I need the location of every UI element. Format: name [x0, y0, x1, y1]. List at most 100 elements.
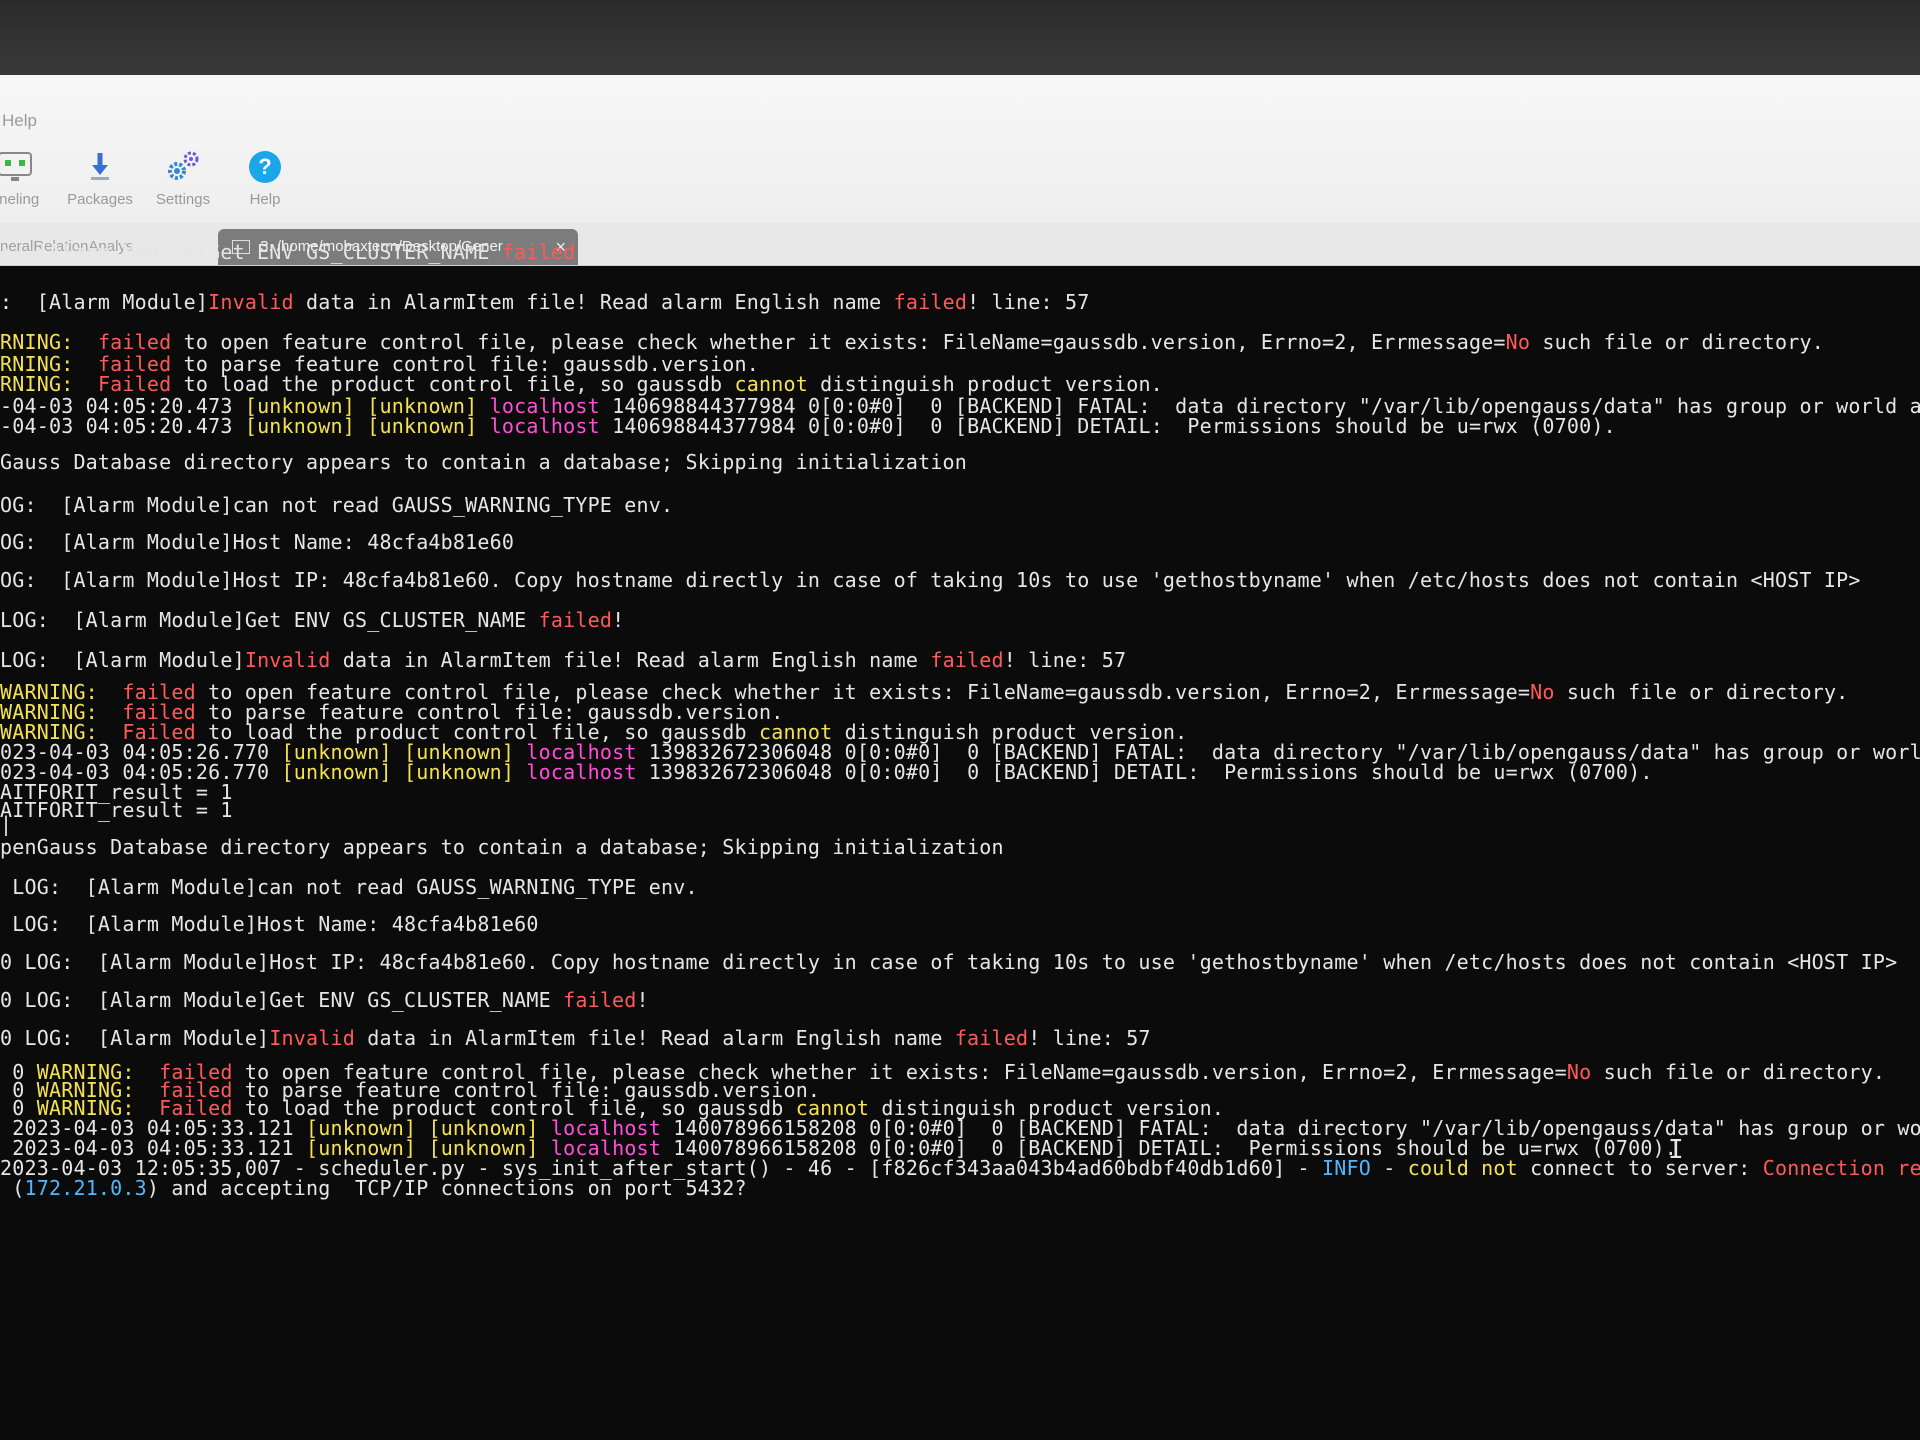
terminal-line: AITFORIT_result = 1: [0, 798, 233, 822]
tool-settings[interactable]: Settings: [138, 145, 228, 208]
terminal-segment: penGauss Database directory appears to c…: [0, 835, 1004, 859]
terminal-line: LOG: [Alarm Module]Get ENV GS_CLUSTER_NA…: [0, 608, 624, 632]
terminal-segment: No: [1505, 330, 1531, 354]
terminal-segment: Connection refused: [1762, 1156, 1920, 1180]
terminal-line: 0 LOG: [Alarm Module]Invalid data in Ala…: [0, 1026, 1151, 1050]
terminal-segment: Gauss Database directory appears to cont…: [0, 450, 968, 474]
terminal-segment: OG: [Alarm Module]Host IP: 48cfa4b81e60.…: [0, 568, 1861, 592]
menu-help[interactable]: Help: [2, 111, 37, 131]
terminal-segment: failed: [538, 608, 613, 632]
terminal-segment: 0 LOG: [Alarm Module]Get ENV GS_CLUSTER_…: [0, 988, 564, 1012]
terminal-segment: such file or directory.: [1591, 1060, 1886, 1084]
terminal-segment: cannot: [734, 372, 808, 396]
terminal-segment: localhost: [489, 414, 600, 438]
terminal-segment: (: [0, 1176, 25, 1200]
terminal-line: LOG: [Alarm Module]Invalid data in Alarm…: [0, 648, 1126, 672]
terminal-segment: [477, 414, 489, 438]
terminal-segment: failed: [97, 330, 172, 354]
terminal-segment: |: [0, 812, 13, 836]
terminal-segment: LOG: [Alarm Module]can not read GAUSS_WA…: [0, 875, 698, 899]
terminal-line: RNING: Failed to load the product contro…: [0, 372, 1163, 396]
terminal-line: Gauss Database directory appears to cont…: [0, 450, 967, 474]
terminal-segment: INFO: [1322, 1156, 1371, 1180]
terminal-line: OG: [Alarm Module]Host IP: 48cfa4b81e60.…: [0, 568, 1861, 592]
terminal-segment: ! line: 57: [1028, 1026, 1151, 1050]
terminal-line: (172.21.0.3) and accepting TCP/IP connec…: [0, 1176, 747, 1200]
terminal-segment: connect to server:: [1517, 1156, 1763, 1180]
terminal-segment: [355, 414, 367, 438]
terminal-segment: ! line: 57: [1003, 648, 1127, 672]
terminal-line: 0 LOG: [Alarm Module]Host IP: 48cfa4b81e…: [0, 950, 1897, 974]
terminal-segment: [73, 330, 97, 354]
terminal-segment: No: [1530, 680, 1555, 704]
tool-help[interactable]: ? Help: [220, 145, 310, 208]
terminal-segment: !: [612, 608, 625, 632]
terminal-segment: 0 LOG: [Alarm Module]: [0, 1026, 270, 1050]
terminal-line: RNING: failed to open feature control fi…: [0, 330, 1824, 354]
terminal-line: : [Alarm Module]Invalid data in AlarmIte…: [0, 290, 1089, 314]
monitor-bezel: [0, 0, 1920, 80]
terminal-segment: ! line: 57: [967, 290, 1090, 314]
tunneling-icon: [0, 145, 60, 189]
terminal-segment: [unknown]: [403, 760, 515, 784]
terminal-line: OG: [Alarm Module]Host Name: 48cfa4b81e6…: [0, 530, 514, 554]
terminal-segment: OG: [Alarm Module]Host Name: 48cfa4b81e6…: [0, 530, 515, 554]
terminal-segment: !: [575, 240, 588, 264]
ibeam-cursor-icon: I: [1668, 1135, 1684, 1165]
terminal-segment: such file or directory.: [1530, 330, 1824, 354]
terminal-segment: LOG: [Alarm Module]Host Name: 48cfa4b81e…: [0, 912, 539, 936]
terminal-line: : [Alarm Module]Get ENV GS_CLUSTER_NAME …: [0, 240, 588, 264]
terminal-segment: OG: [Alarm Module]can not read GAUSS_WAR…: [0, 493, 674, 517]
help-icon: ?: [220, 145, 310, 189]
terminal-segment: 139832672306048 0[0:0#0] 0 [BACKEND] DET…: [636, 760, 1653, 784]
terminal-segment: [514, 760, 526, 784]
terminal-segment: failed: [563, 988, 637, 1012]
tool-tunneling[interactable]: nneling: [0, 145, 60, 208]
terminal-output[interactable]: : [Alarm Module]Get ENV GS_CLUSTER_NAME …: [0, 200, 1920, 1365]
svg-text:?: ?: [258, 154, 271, 179]
terminal-line: |: [0, 812, 12, 836]
terminal-line: LOG: [Alarm Module]can not read GAUSS_WA…: [0, 875, 698, 899]
settings-icon: [138, 145, 228, 189]
terminal-segment: to open feature control file, please che…: [171, 330, 1506, 354]
terminal-segment: failed: [930, 648, 1004, 672]
terminal-segment: [unknown]: [367, 414, 478, 438]
terminal-segment: to load the product control file, so gau…: [171, 372, 735, 396]
terminal-segment: -04-03 04:05:20.473: [0, 414, 245, 438]
terminal-segment: [73, 372, 97, 396]
terminal-segment: failed: [893, 290, 968, 314]
terminal-segment: Invalid: [244, 648, 331, 672]
terminal-segment: : [Alarm Module]Get ENV GS_CLUSTER_NAME: [0, 240, 502, 264]
terminal-segment: distinguish product version.: [807, 372, 1163, 396]
terminal-segment: RNING:: [0, 330, 74, 354]
tool-packages[interactable]: Packages: [55, 145, 145, 208]
terminal-segment: LOG: [Alarm Module]: [0, 648, 245, 672]
terminal-segment: No: [1566, 1060, 1592, 1084]
terminal-segment: 172.21.0.3: [24, 1176, 147, 1200]
terminal-segment: data in AlarmItem file! Read alarm Engli…: [293, 290, 894, 314]
terminal-segment: localhost: [526, 760, 637, 784]
terminal-line: -04-03 04:05:20.473 [unknown] [unknown] …: [0, 414, 1616, 438]
terminal-segment: data in AlarmItem file! Read alarm Engli…: [330, 648, 931, 672]
terminal-segment: Invalid: [208, 290, 294, 314]
terminal-segment: [392, 760, 404, 784]
terminal-segment: 0 LOG: [Alarm Module]Host IP: 48cfa4b81e…: [0, 950, 1898, 974]
terminal-segment: such file or directory.: [1554, 680, 1849, 704]
terminal-segment: AITFORIT_result = 1: [0, 798, 233, 822]
terminal-segment: [unknown]: [244, 414, 355, 438]
packages-icon: [55, 145, 145, 189]
terminal-segment: : [Alarm Module]: [0, 290, 209, 314]
terminal-segment: [unknown]: [281, 760, 392, 784]
terminal-segment: Invalid: [269, 1026, 355, 1050]
terminal-line: LOG: [Alarm Module]Host Name: 48cfa4b81e…: [0, 912, 539, 936]
terminal-segment: 140698844377984 0[0:0#0] 0 [BACKEND] DET…: [599, 414, 1616, 438]
terminal-line: 0 LOG: [Alarm Module]Get ENV GS_CLUSTER_…: [0, 988, 649, 1012]
terminal-segment: failed: [501, 240, 576, 264]
terminal-segment: could not: [1407, 1156, 1518, 1180]
terminal-segment: !: [636, 988, 649, 1012]
terminal-segment: LOG: [Alarm Module]Get ENV GS_CLUSTER_NA…: [0, 608, 539, 632]
terminal-line: 023-04-03 04:05:26.770 [unknown] [unknow…: [0, 760, 1653, 784]
terminal-segment: failed: [954, 1026, 1029, 1050]
terminal-line: OG: [Alarm Module]can not read GAUSS_WAR…: [0, 493, 673, 517]
terminal-line: penGauss Database directory appears to c…: [0, 835, 1004, 859]
